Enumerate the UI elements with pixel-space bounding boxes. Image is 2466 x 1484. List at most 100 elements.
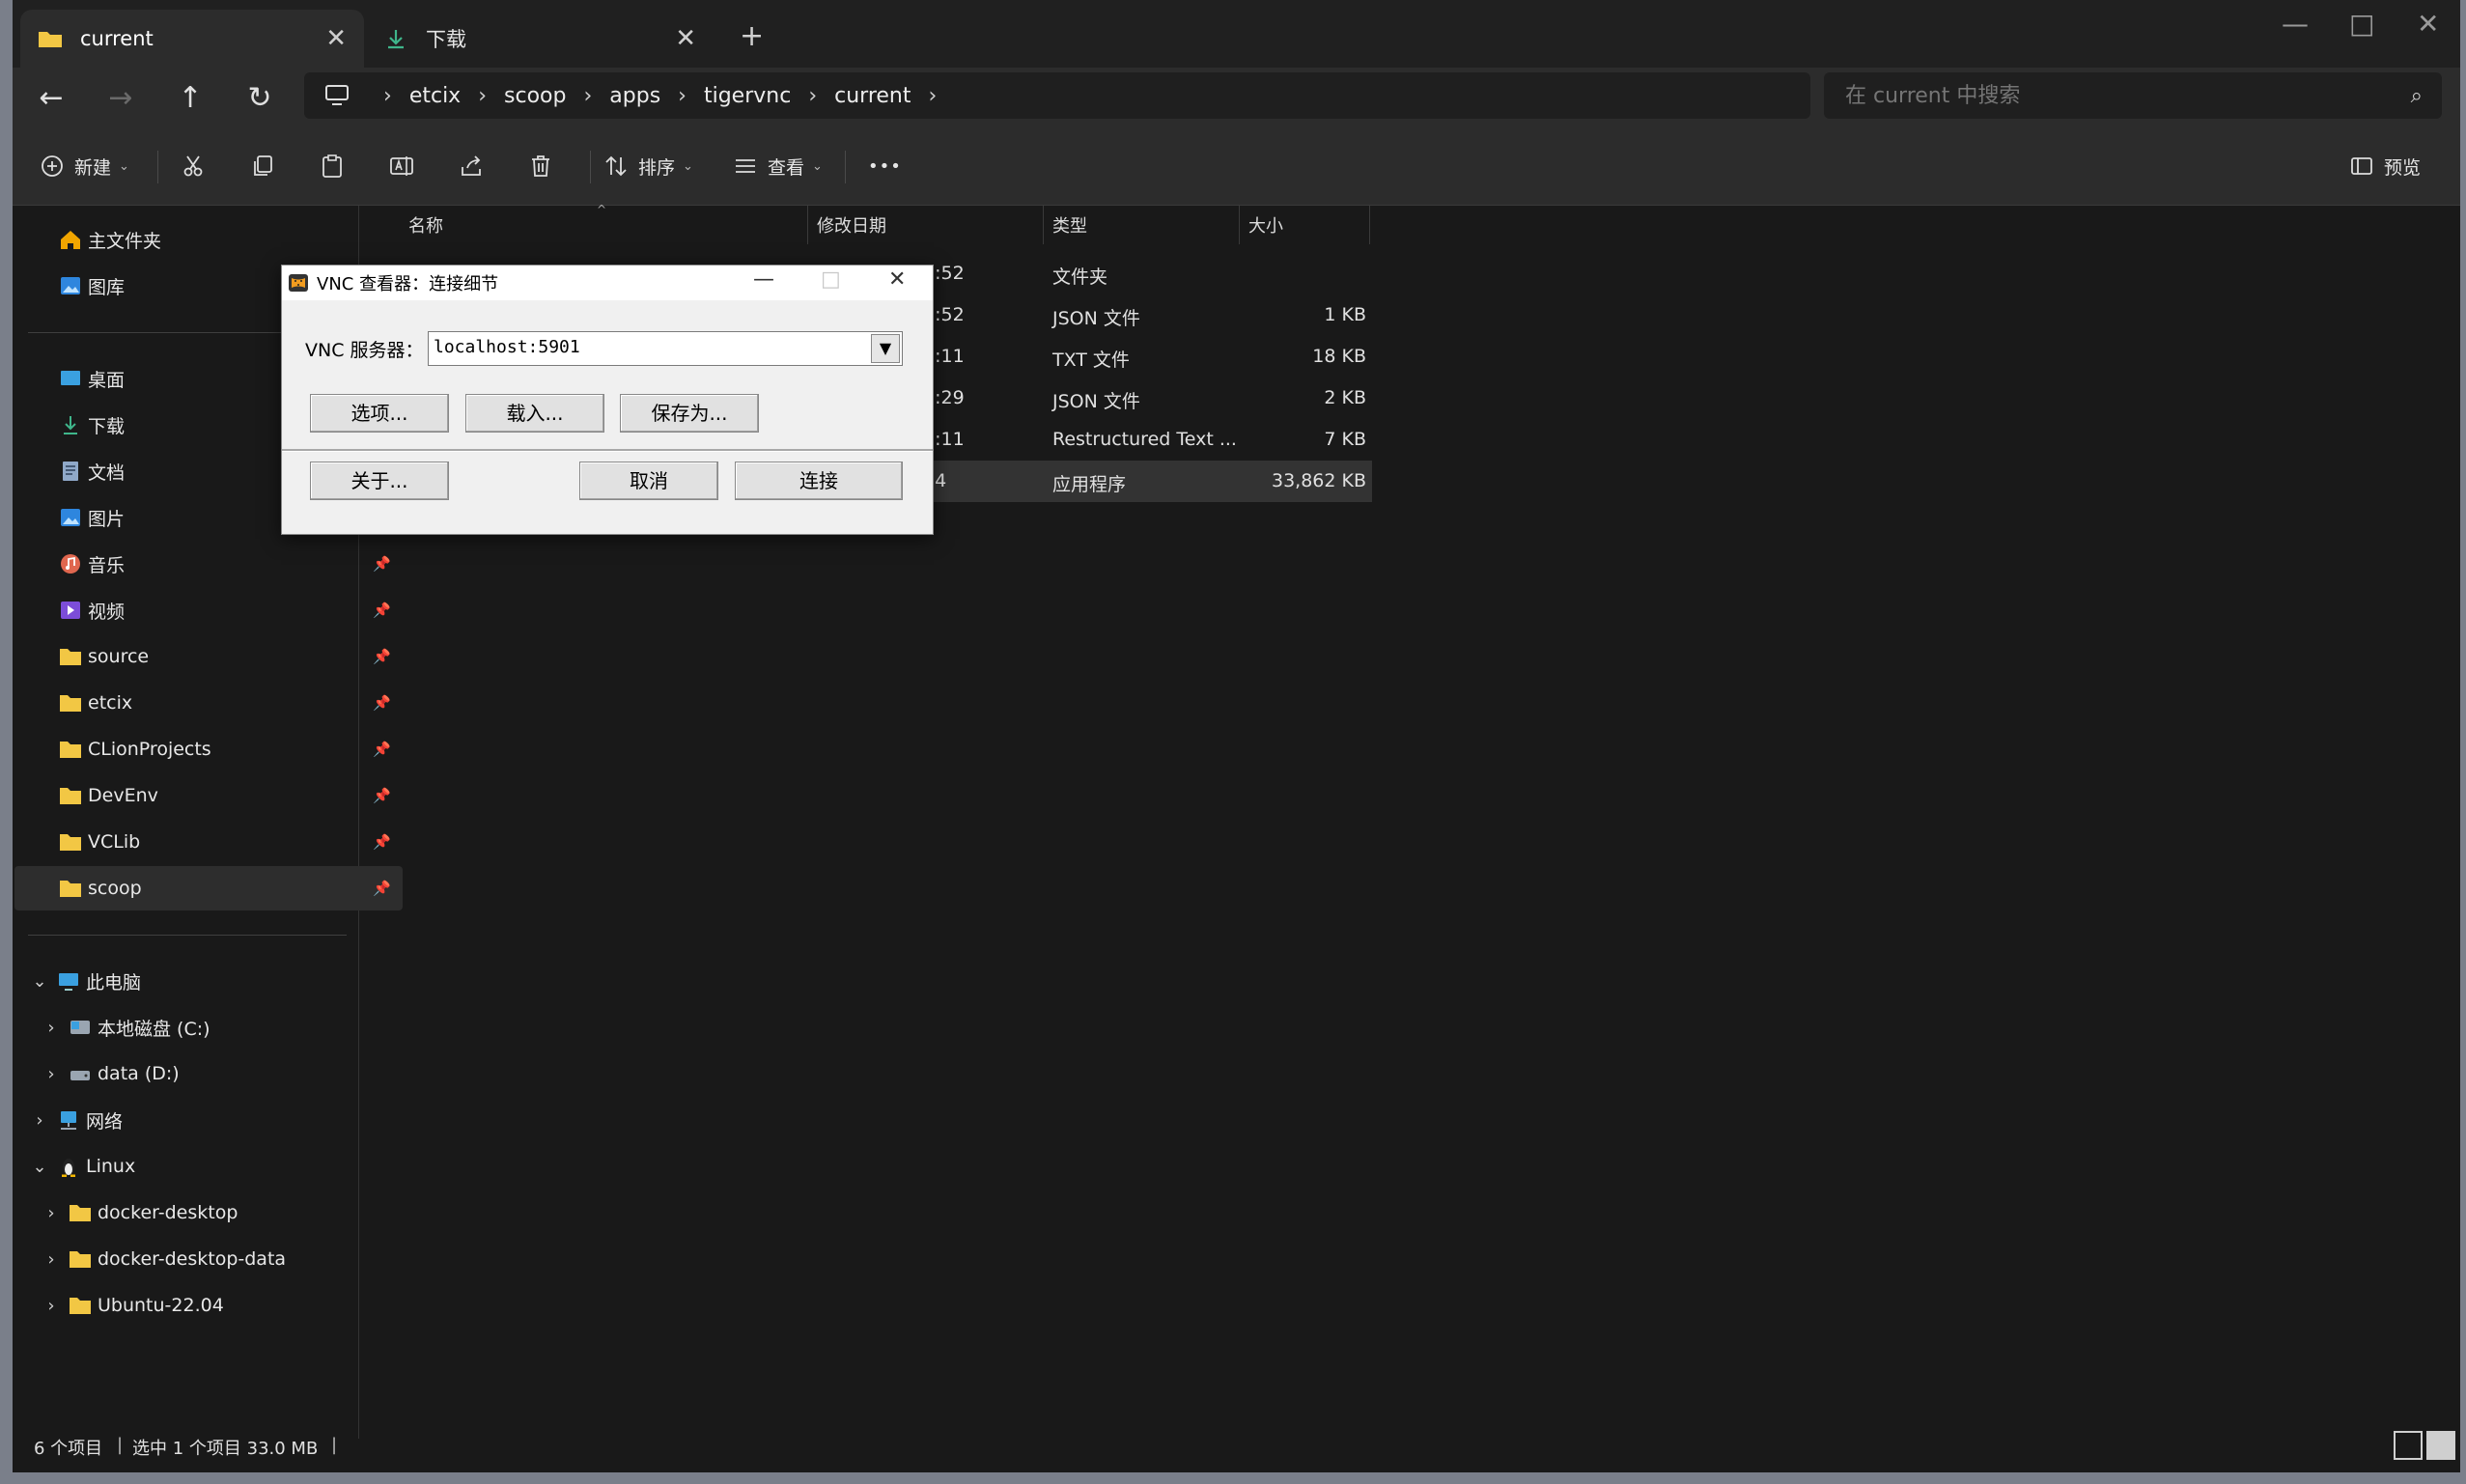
view-button[interactable]: 查看 ⌄ [733, 147, 823, 185]
options-button[interactable]: 选项... [310, 394, 449, 433]
sidebar-item-drive-c[interactable]: › 本地磁盘 (C:) [14, 1005, 385, 1050]
breadcrumb-item[interactable]: scoop [504, 84, 566, 108]
forward-button[interactable]: → [101, 79, 140, 118]
sidebar-item-this-pc[interactable]: ⌄ 此电脑 [14, 959, 374, 1003]
about-button[interactable]: 关于... [310, 462, 449, 500]
more-options-button[interactable]: ••• [868, 147, 902, 185]
sidebar-item-etcix[interactable]: etcix 📌 [14, 681, 403, 725]
pin-icon[interactable]: 📌 [373, 694, 391, 712]
chevron-right-icon[interactable]: › [42, 1296, 61, 1316]
sort-icon [605, 155, 627, 177]
chevron-right-icon[interactable]: › [42, 1018, 61, 1038]
tab-current[interactable]: current ✕ [20, 10, 364, 68]
delete-button[interactable] [528, 147, 553, 185]
new-tab-button[interactable]: + [740, 19, 764, 53]
pin-icon[interactable]: 📌 [373, 880, 391, 897]
pin-icon[interactable]: 📌 [373, 648, 391, 665]
preview-button[interactable]: 预览 [2349, 147, 2421, 185]
breadcrumb-item[interactable]: apps [609, 84, 660, 108]
chevron-right-icon[interactable]: › [42, 1064, 61, 1084]
back-button[interactable]: ← [32, 79, 70, 118]
sidebar-item-clionprojects[interactable]: CLionProjects 📌 [14, 727, 403, 771]
sidebar-item-scoop[interactable]: scoop 📌 [14, 866, 403, 910]
sidebar-item-network[interactable]: › 网络 [14, 1098, 374, 1142]
new-button[interactable]: 新建 ⌄ [40, 147, 129, 185]
selection-info: 选中 1 个项目 33.0 MB [132, 1439, 319, 1459]
breadcrumb[interactable]: › etcix › scoop › apps › tigervnc › curr… [304, 72, 1810, 119]
chevron-right-icon[interactable]: › [478, 84, 487, 108]
column-header-date[interactable]: 修改日期 [817, 206, 1049, 244]
tab-strip: current ✕ 下载 ✕ + — □ ✕ [13, 0, 2460, 68]
sidebar-item-docker-desktop[interactable]: › docker-desktop [14, 1190, 385, 1235]
close-tab-icon[interactable]: ✕ [675, 24, 696, 53]
sidebar-item-home[interactable]: 主文件夹 [14, 217, 403, 262]
pin-icon[interactable]: 📌 [373, 741, 391, 758]
search-input[interactable] [1843, 82, 2388, 109]
dialog-minimize-button[interactable]: — [753, 267, 774, 292]
chevron-right-icon[interactable]: › [808, 84, 817, 108]
sort-button[interactable]: 排序 ⌄ [603, 147, 693, 185]
column-header-size[interactable]: 大小 [1248, 206, 1364, 244]
breadcrumb-item[interactable]: tigervnc [704, 84, 791, 108]
close-tab-icon[interactable]: ✕ [325, 24, 347, 53]
vnc-server-combobox[interactable]: ▼ [428, 331, 903, 366]
up-button[interactable]: ↑ [171, 79, 210, 118]
chevron-right-icon[interactable]: › [583, 84, 592, 108]
folder-icon [60, 695, 81, 712]
column-divider[interactable] [807, 206, 808, 244]
sidebar-item-label: 桌面 [88, 369, 126, 391]
column-divider[interactable] [1239, 206, 1240, 244]
chevron-down-icon[interactable]: ⌄ [30, 971, 49, 992]
tab-downloads[interactable]: 下载 ✕ [366, 10, 714, 68]
column-header-type[interactable]: 类型 [1052, 206, 1246, 244]
column-header-name[interactable]: 名称 [408, 206, 814, 244]
tab-label: 下载 [426, 28, 466, 51]
dialog-titlebar[interactable]: VNC 查看器：连接细节 — □ ✕ [282, 266, 933, 300]
connect-button[interactable]: 连接 [735, 462, 903, 500]
chevron-down-icon[interactable]: ⌄ [30, 1157, 49, 1177]
vnc-server-input[interactable] [432, 336, 860, 358]
pin-icon[interactable]: 📌 [373, 787, 391, 804]
details-view-icon[interactable] [2394, 1431, 2423, 1460]
dialog-close-button[interactable]: ✕ [888, 267, 906, 292]
sidebar-item-music[interactable]: 音乐 📌 [14, 542, 403, 586]
sidebar-item-source[interactable]: source 📌 [14, 634, 403, 679]
sidebar-item-docker-desktop-data[interactable]: › docker-desktop-data [14, 1237, 385, 1281]
tiles-view-icon[interactable] [2426, 1431, 2455, 1460]
chevron-right-icon[interactable]: › [42, 1203, 61, 1223]
cancel-button[interactable]: 取消 [579, 462, 718, 500]
minimize-button[interactable]: — [2282, 8, 2309, 40]
sidebar-item-vclib[interactable]: VCLib 📌 [14, 820, 403, 864]
breadcrumb-item[interactable]: current [834, 84, 911, 108]
chevron-right-icon[interactable]: › [30, 1110, 49, 1131]
copy-button[interactable] [250, 147, 275, 185]
sidebar-item-devenv[interactable]: DevEnv 📌 [14, 773, 403, 818]
share-button[interactable] [459, 147, 484, 185]
close-window-button[interactable]: ✕ [2417, 8, 2439, 40]
paste-button[interactable] [320, 147, 345, 185]
sidebar-item-linux[interactable]: ⌄ Linux [14, 1144, 374, 1189]
dialog-maximize-button[interactable]: □ [821, 267, 841, 292]
sidebar-item-ubuntu[interactable]: › Ubuntu-22.04 [14, 1283, 385, 1328]
search-icon[interactable]: ⌕ [2411, 84, 2423, 108]
column-divider[interactable] [1369, 206, 1370, 244]
breadcrumb-item[interactable]: etcix [409, 84, 461, 108]
pin-icon[interactable]: 📌 [373, 602, 391, 619]
refresh-button[interactable]: ↻ [240, 79, 279, 118]
pin-icon[interactable]: 📌 [373, 555, 391, 573]
pc-icon[interactable] [323, 84, 350, 107]
column-divider[interactable] [1043, 206, 1044, 244]
rename-button[interactable] [389, 147, 414, 185]
chevron-right-icon[interactable]: › [383, 84, 392, 108]
chevron-right-icon[interactable]: › [42, 1249, 61, 1270]
chevron-right-icon[interactable]: › [929, 84, 938, 108]
cut-button[interactable] [181, 147, 206, 185]
sidebar-item-videos[interactable]: 视频 📌 [14, 588, 403, 632]
load-button[interactable]: 载入... [465, 394, 604, 433]
chevron-right-icon[interactable]: › [678, 84, 687, 108]
dropdown-arrow-icon[interactable]: ▼ [871, 334, 900, 363]
sidebar-item-drive-d[interactable]: › data (D:) [14, 1051, 385, 1096]
save-as-button[interactable]: 保存为... [620, 394, 759, 433]
maximize-button[interactable]: □ [2349, 8, 2374, 40]
pin-icon[interactable]: 📌 [373, 833, 391, 851]
